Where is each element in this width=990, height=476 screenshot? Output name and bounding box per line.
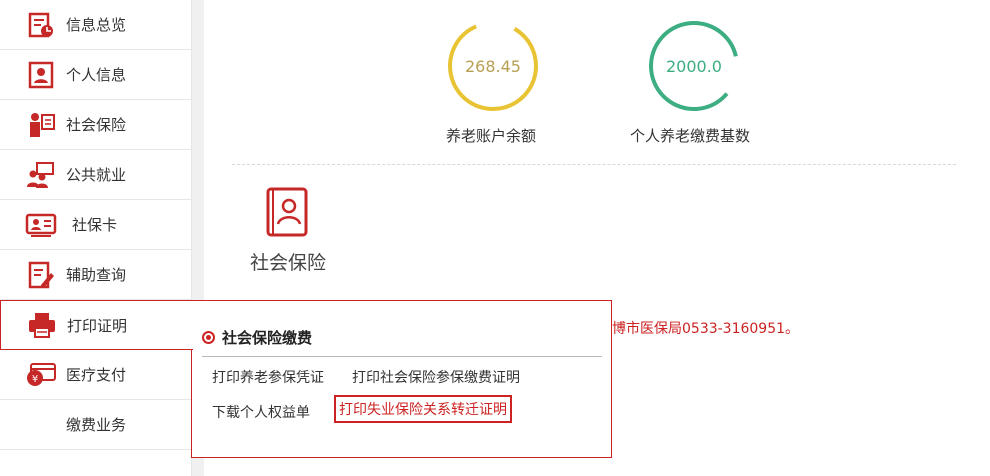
sidebar-item-fee-business[interactable]: 缴费业务 bbox=[0, 400, 192, 450]
popup-section-title: 社会保险缴费 bbox=[222, 329, 313, 347]
sidebar-item-label: 缴费业务 bbox=[66, 416, 127, 434]
payment-card-icon: ¥ bbox=[24, 360, 58, 390]
contribution-base-label: 个人养老缴费基数 bbox=[630, 127, 751, 145]
section-divider bbox=[232, 164, 956, 165]
pension-balance-ring: 268.45 bbox=[447, 20, 539, 112]
printer-icon bbox=[25, 310, 59, 340]
social-insurance-icon bbox=[24, 110, 58, 140]
module-title[interactable]: 社会保险 bbox=[250, 248, 326, 275]
query-icon bbox=[24, 260, 58, 290]
pension-balance-label: 养老账户余额 bbox=[446, 127, 537, 145]
personal-info-icon bbox=[24, 60, 58, 90]
sidebar-item-print-certificate[interactable]: 打印证明 bbox=[0, 300, 193, 350]
id-card-icon bbox=[24, 210, 58, 240]
contact-card-icon[interactable] bbox=[264, 186, 312, 238]
sidebar-item-label: 辅助查询 bbox=[66, 266, 127, 284]
sidebar-item-social-insurance[interactable]: 社会保险 bbox=[0, 100, 192, 150]
sidebar-item-label: 医疗支付 bbox=[66, 366, 127, 384]
sidebar-item-label: 社保卡 bbox=[72, 216, 118, 234]
notice-text: 博市医保局0533-3160951。 bbox=[612, 321, 800, 337]
sidebar-item-employment[interactable]: 公共就业 bbox=[0, 150, 192, 200]
employment-icon bbox=[24, 160, 58, 190]
print-certificate-popup: 社会保险缴费 打印养老参保凭证 打印社会保险参保缴费证明 下载个人权益单 打印失… bbox=[191, 300, 612, 458]
print-insurance-payment-cert-link[interactable]: 打印社会保险参保缴费证明 bbox=[352, 367, 520, 387]
print-unemployment-transfer-link[interactable]: 打印失业保险关系转迁证明 bbox=[334, 395, 512, 423]
sidebar-item-overview[interactable]: 信息总览 bbox=[0, 0, 192, 50]
pension-balance-value: 268.45 bbox=[465, 56, 521, 76]
overview-icon bbox=[24, 10, 58, 40]
sidebar-item-card[interactable]: 社保卡 bbox=[0, 200, 192, 250]
print-pension-voucher-link[interactable]: 打印养老参保凭证 bbox=[212, 367, 324, 387]
contribution-base-value: 2000.0 bbox=[666, 56, 722, 76]
contribution-base-ring: 2000.0 bbox=[648, 20, 740, 112]
sidebar-item-query[interactable]: 辅助查询 bbox=[0, 250, 192, 300]
sidebar-item-medical-payment[interactable]: ¥ 医疗支付 bbox=[0, 350, 192, 400]
popup-section-header: 社会保险缴费 bbox=[202, 327, 312, 348]
svg-text:¥: ¥ bbox=[32, 374, 38, 385]
sidebar-item-label: 打印证明 bbox=[67, 316, 128, 335]
sidebar-item-label: 个人信息 bbox=[66, 66, 127, 84]
sidebar-item-label: 公共就业 bbox=[66, 166, 127, 184]
sidebar: 信息总览 个人信息 社会保险 公共就业 社保卡 辅助查询 打印证明 ¥ 医疗支付… bbox=[0, 0, 193, 476]
sidebar-item-label: 信息总览 bbox=[66, 16, 127, 34]
radio-icon bbox=[202, 331, 215, 344]
sidebar-item-personal-info[interactable]: 个人信息 bbox=[0, 50, 192, 100]
download-rights-statement-link[interactable]: 下载个人权益单 bbox=[212, 402, 310, 422]
sidebar-item-label: 社会保险 bbox=[66, 116, 127, 134]
popup-divider bbox=[202, 356, 602, 357]
